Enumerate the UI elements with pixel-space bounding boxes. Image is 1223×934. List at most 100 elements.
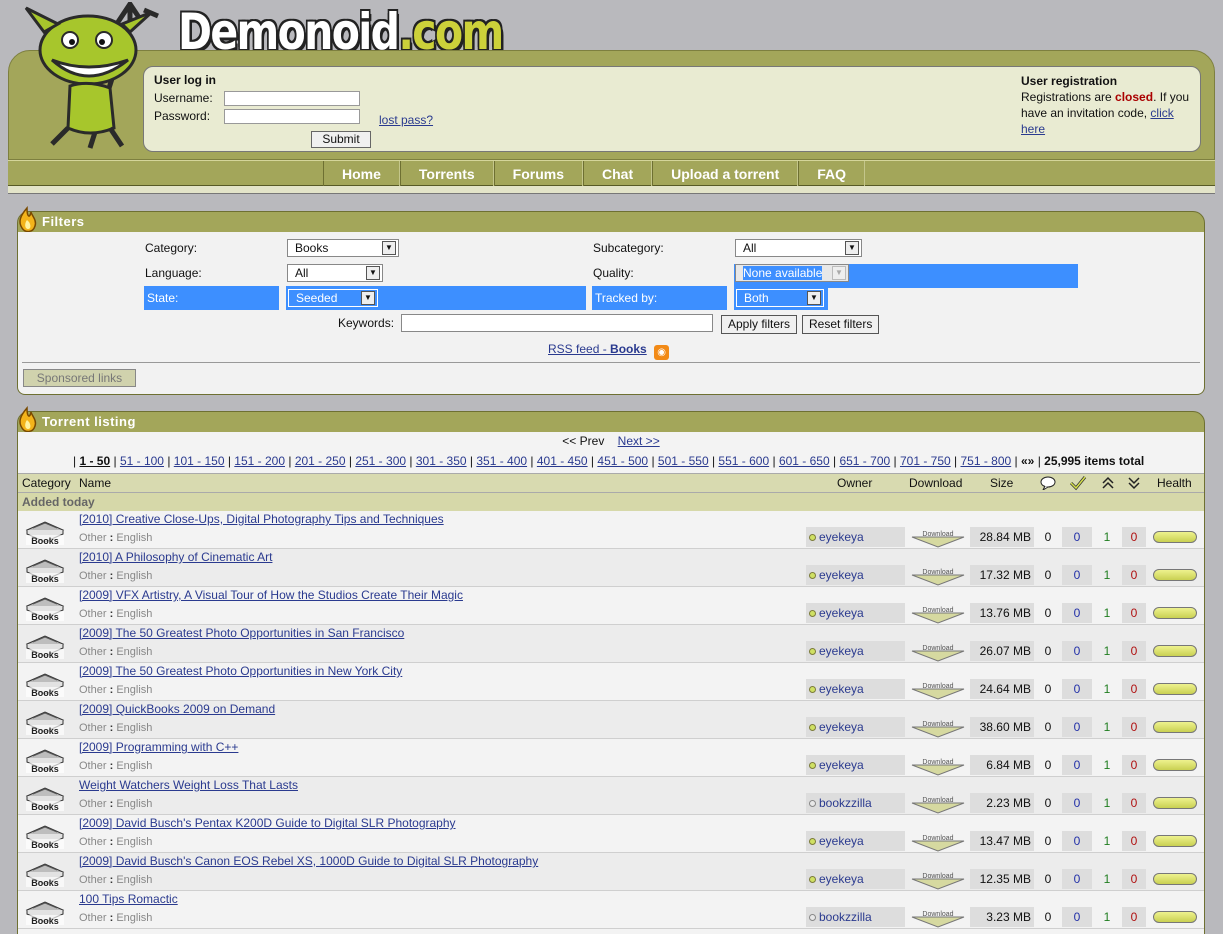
books-category-icon[interactable]: Books <box>24 856 66 888</box>
torrent-title-link[interactable]: [2009] Programming with C++ <box>79 740 238 754</box>
language-select[interactable]: All ▼ <box>287 264 383 282</box>
owner-link[interactable]: bookzzilla <box>819 910 872 924</box>
owner-link[interactable]: eyekeya <box>819 720 864 734</box>
owner-link[interactable]: eyekeya <box>819 758 864 772</box>
torrent-subcategory: Other <box>79 874 107 886</box>
download-arrow-icon[interactable]: Download <box>908 794 968 814</box>
reset-filters-button[interactable]: Reset filters <box>802 315 880 334</box>
nav-faq[interactable]: FAQ <box>798 161 866 187</box>
col-health[interactable]: Health <box>1157 474 1192 494</box>
torrent-subcategory: Other <box>79 532 107 544</box>
download-label: Download <box>922 835 953 842</box>
books-category-icon[interactable]: Books <box>24 590 66 622</box>
page-link[interactable]: 251 - 300 <box>355 454 406 468</box>
books-category-icon[interactable]: Books <box>24 894 66 926</box>
page-link[interactable]: 501 - 550 <box>658 454 709 468</box>
state-select[interactable]: Seeded ▼ <box>288 289 378 307</box>
table-row: Books [2009] The 50 Greatest Photo Opport… <box>18 625 1204 663</box>
torrent-title-link[interactable]: [2009] VFX Artistry, A Visual Tour of Ho… <box>79 588 463 602</box>
nav-torrents[interactable]: Torrents <box>399 161 494 187</box>
quality-select[interactable]: None available ▼ <box>735 264 849 282</box>
size-cell: 26.07 MB <box>970 641 1034 661</box>
owner-link[interactable]: eyekeya <box>819 682 864 696</box>
books-category-icon[interactable]: Books <box>24 742 66 774</box>
download-arrow-icon[interactable]: Download <box>908 642 968 662</box>
tracked-select[interactable]: Both ▼ <box>736 289 824 307</box>
page-link[interactable]: 301 - 350 <box>416 454 467 468</box>
next-link[interactable]: Next >> <box>618 434 660 448</box>
page-link[interactable]: 601 - 650 <box>779 454 830 468</box>
submit-button[interactable]: Submit <box>311 131 371 148</box>
page-link[interactable]: 201 - 250 <box>295 454 346 468</box>
books-category-icon[interactable]: Books <box>24 628 66 660</box>
category-value: Books <box>295 241 329 255</box>
page-more[interactable]: «» <box>1021 454 1034 468</box>
owner-link[interactable]: bookzzilla <box>819 796 872 810</box>
torrent-title-link[interactable]: [2009] David Busch's Canon EOS Rebel XS,… <box>79 854 538 868</box>
torrent-title-link[interactable]: [2009] The 50 Greatest Photo Opportuniti… <box>79 626 404 640</box>
download-arrow-icon[interactable]: Download <box>908 604 968 624</box>
subcategory-select[interactable]: All ▼ <box>735 239 862 257</box>
owner-cell: eyekeya <box>806 603 905 623</box>
col-size[interactable]: Size <box>990 474 1013 494</box>
download-arrow-icon[interactable]: Download <box>908 566 968 586</box>
page-link[interactable]: 551 - 600 <box>718 454 769 468</box>
download-arrow-icon[interactable]: Download <box>908 870 968 890</box>
rss-icon[interactable]: ◉ <box>654 345 670 360</box>
books-category-icon[interactable]: Books <box>24 552 66 584</box>
torrent-title-link[interactable]: [2009] QuickBooks 2009 on Demand <box>79 702 275 716</box>
torrent-title-link[interactable]: Weight Watchers Weight Loss That Lasts <box>79 778 298 792</box>
books-category-icon[interactable]: Books <box>24 666 66 698</box>
page-link[interactable]: 101 - 150 <box>174 454 225 468</box>
books-category-icon[interactable]: Books <box>24 818 66 850</box>
col-owner[interactable]: Owner <box>837 474 872 494</box>
col-category[interactable]: Category <box>22 474 71 494</box>
page-link[interactable]: 401 - 450 <box>537 454 588 468</box>
nav-forums[interactable]: Forums <box>493 161 583 187</box>
owner-link[interactable]: eyekeya <box>819 644 864 658</box>
torrent-title-link[interactable]: [2009] The 50 Greatest Photo Opportuniti… <box>79 664 402 678</box>
page-link[interactable]: 701 - 750 <box>900 454 951 468</box>
page-link-current[interactable]: 1 - 50 <box>79 454 110 468</box>
download-arrow-icon[interactable]: Download <box>908 528 968 548</box>
torrent-subcategory: Other <box>79 760 107 772</box>
download-arrow-icon[interactable]: Download <box>908 718 968 738</box>
nav-upload[interactable]: Upload a torrent <box>652 161 799 187</box>
owner-link[interactable]: eyekeya <box>819 834 864 848</box>
owner-link[interactable]: eyekeya <box>819 568 864 582</box>
lost-pass-link[interactable]: lost pass? <box>379 113 433 127</box>
category-select[interactable]: Books ▼ <box>287 239 399 257</box>
page-link[interactable]: 51 - 100 <box>120 454 164 468</box>
nav-chat[interactable]: Chat <box>583 161 653 187</box>
torrent-title-link[interactable]: [2010] A Philosophy of Cinematic Art <box>79 550 272 564</box>
download-arrow-icon[interactable]: Download <box>908 680 968 700</box>
seeders-count: 1 <box>1103 720 1111 734</box>
owner-link[interactable]: eyekeya <box>819 530 864 544</box>
owner-link[interactable]: eyekeya <box>819 872 864 886</box>
keywords-input[interactable] <box>401 314 713 332</box>
torrent-title-link[interactable]: 100 Tips Romactic <box>79 892 178 906</box>
completed-check-icon[interactable] <box>1069 475 1087 495</box>
torrent-title-link[interactable]: [2009] David Busch's Pentax K200D Guide … <box>79 816 456 830</box>
download-arrow-icon[interactable]: Download <box>908 832 968 852</box>
page-link[interactable]: 351 - 400 <box>476 454 527 468</box>
prev-link[interactable]: << Prev <box>562 434 604 448</box>
sponsored-links-button[interactable]: Sponsored links <box>23 369 136 387</box>
owner-link[interactable]: eyekeya <box>819 606 864 620</box>
page-link[interactable]: 751 - 800 <box>960 454 1011 468</box>
password-input[interactable] <box>224 108 360 124</box>
rss-feed-link[interactable]: RSS feed - Books <box>548 342 647 356</box>
apply-filters-button[interactable]: Apply filters <box>721 315 798 334</box>
download-arrow-icon[interactable]: Download <box>908 908 968 928</box>
books-category-icon[interactable]: Books <box>24 704 66 736</box>
username-input[interactable] <box>224 90 360 106</box>
col-name[interactable]: Name <box>79 474 111 494</box>
page-link[interactable]: 651 - 700 <box>839 454 890 468</box>
page-link[interactable]: 151 - 200 <box>234 454 285 468</box>
books-category-icon[interactable]: Books <box>24 514 66 546</box>
page-link[interactable]: 451 - 500 <box>597 454 648 468</box>
download-arrow-icon[interactable]: Download <box>908 756 968 776</box>
torrent-title-link[interactable]: [2010] Creative Close-Ups, Digital Photo… <box>79 512 444 526</box>
books-category-icon[interactable]: Books <box>24 780 66 812</box>
nav-home[interactable]: Home <box>323 161 400 187</box>
